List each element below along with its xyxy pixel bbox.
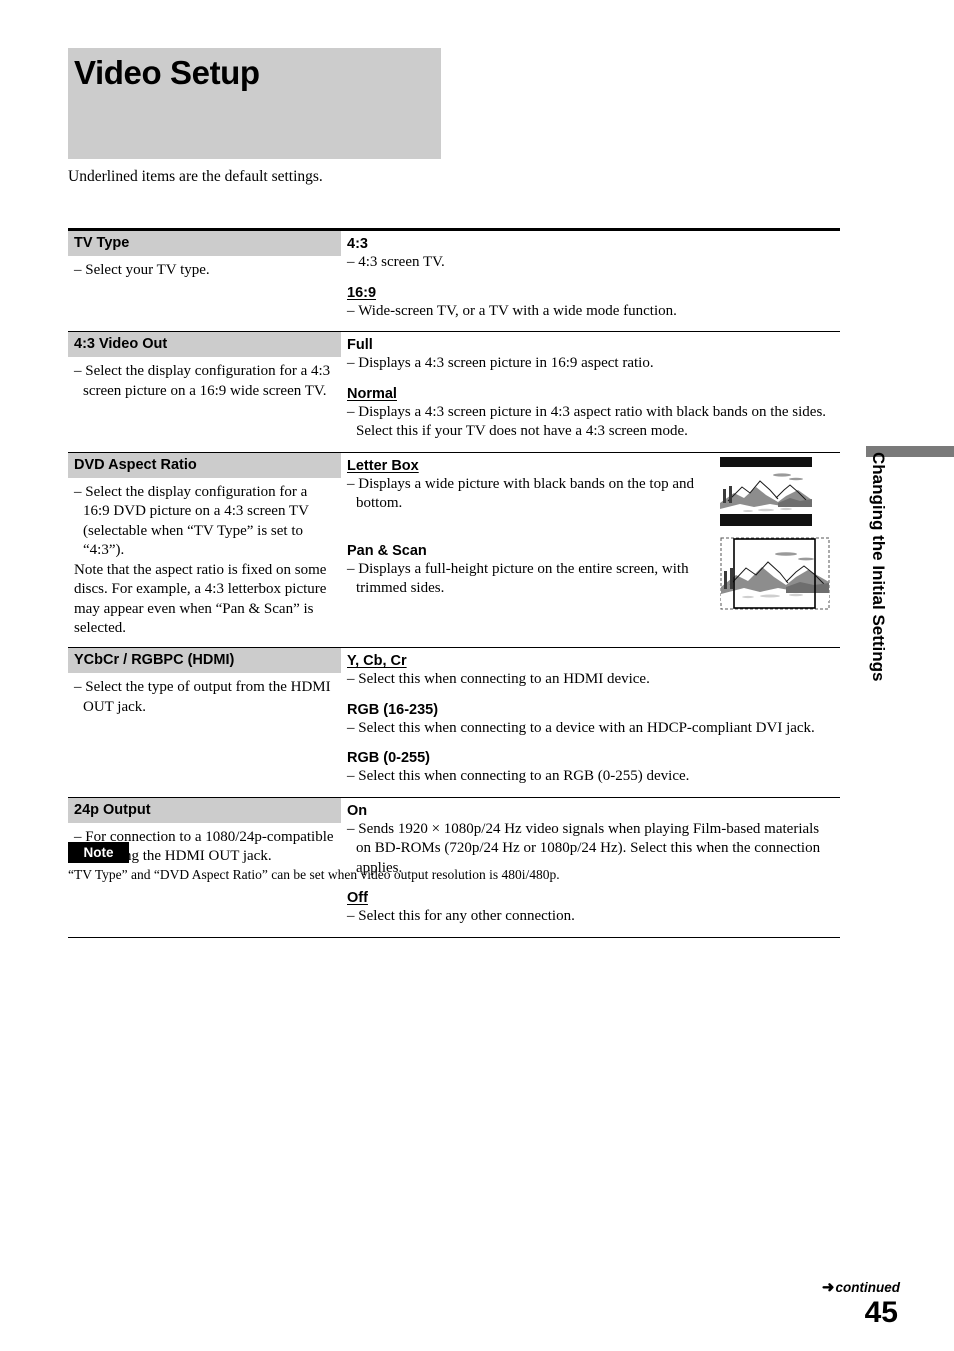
option-description: – Wide-screen TV, or a TV with a wide mo… bbox=[347, 302, 677, 319]
letterbox-illustration bbox=[720, 456, 812, 526]
option-description: – Displays a wide picture with black ban… bbox=[347, 475, 695, 512]
panscan-illustration bbox=[720, 537, 830, 610]
option-label: 4:3 bbox=[347, 236, 368, 252]
setting-description: – Select the type of output from the HDM… bbox=[74, 679, 331, 715]
setting-name: YCbCr / RGBPC (HDMI) bbox=[68, 648, 341, 674]
option-description: – Displays a 4:3 screen picture in 4:3 a… bbox=[347, 403, 827, 440]
setting-name: 24p Output bbox=[68, 797, 341, 823]
table-row: TV Type – Select your TV type. 4:3 – 4:3… bbox=[68, 231, 840, 331]
table-row: YCbCr / RGBPC (HDMI) – Select the type o… bbox=[68, 648, 840, 797]
options-cell: Letter Box – Displays a wide picture wit… bbox=[345, 453, 840, 647]
option-label: Letter Box bbox=[347, 457, 419, 474]
arrow-right-icon: ➜ bbox=[821, 1279, 835, 1296]
option-block: 16:9 – Wide-screen TV, or a TV with a wi… bbox=[347, 280, 840, 322]
setting-cell: 4:3 Video Out – Select the display confi… bbox=[68, 332, 341, 452]
option-block: RGB (16-235) – Select this when connecti… bbox=[347, 697, 840, 739]
option-label: Off bbox=[347, 890, 368, 907]
option-description: – Select this when connecting to a devic… bbox=[347, 719, 815, 736]
option-description: – Displays a full-height picture on the … bbox=[347, 560, 689, 597]
setting-name: 4:3 Video Out bbox=[68, 332, 341, 358]
option-label: Full bbox=[347, 337, 373, 354]
option-label: Normal bbox=[347, 385, 397, 402]
table-bottom-rule bbox=[68, 936, 840, 939]
option-block: Normal – Displays a 4:3 screen picture i… bbox=[347, 381, 840, 442]
setting-name: DVD Aspect Ratio bbox=[68, 452, 341, 478]
option-block: 4:3 – 4:3 screen TV. bbox=[347, 231, 840, 273]
option-label: RGB (16-235) bbox=[347, 701, 439, 718]
options-cell: Y, Cb, Cr – Select this when connecting … bbox=[345, 648, 840, 797]
option-description: – Select this for any other connection. bbox=[347, 908, 575, 925]
side-tab-label: Changing the Initial Settings bbox=[869, 452, 888, 682]
option-block: Y, Cb, Cr – Select this when connecting … bbox=[347, 648, 840, 690]
setting-description: – Select the display configuration for a… bbox=[74, 478, 341, 639]
setting-cell: YCbCr / RGBPC (HDMI) – Select the type o… bbox=[68, 648, 341, 797]
note-badge: Note bbox=[68, 842, 129, 863]
illustrations bbox=[720, 453, 840, 621]
option-description: – Displays a 4:3 screen picture in 16:9 … bbox=[347, 355, 654, 372]
setting-cell: TV Type – Select your TV type. bbox=[68, 231, 341, 331]
option-label: 16:9 bbox=[347, 284, 377, 301]
option-label: On bbox=[347, 802, 368, 819]
option-block: Letter Box – Displays a wide picture wit… bbox=[347, 453, 712, 514]
setting-name: TV Type bbox=[68, 231, 341, 256]
table-row: DVD Aspect Ratio – Select the display co… bbox=[68, 452, 840, 647]
continued-text: continued bbox=[835, 1280, 901, 1295]
option-description: – 4:3 screen TV. bbox=[347, 254, 445, 270]
page-subtitle: Underlined items are the default setting… bbox=[68, 168, 323, 185]
options-cell: 4:3 – 4:3 screen TV. 16:9 – Wide-screen … bbox=[345, 231, 840, 331]
setting-description-2: Note that the aspect ratio is fixed on s… bbox=[74, 561, 327, 637]
setting-description: – Select your TV type. bbox=[74, 262, 210, 278]
page-number: 45 bbox=[864, 1296, 898, 1329]
option-description: – Select this when connecting to an RGB … bbox=[347, 768, 690, 785]
option-block: RGB (0-255) – Select this when connectin… bbox=[347, 745, 840, 787]
table-row: 4:3 Video Out – Select the display confi… bbox=[68, 332, 840, 452]
page-title-block: Video Setup bbox=[68, 48, 441, 159]
option-block: Off – Select this for any other connecti… bbox=[347, 885, 840, 927]
option-block: Pan & Scan – Displays a full-height pict… bbox=[347, 538, 712, 599]
option-description: – Select this when connecting to an HDMI… bbox=[347, 671, 650, 688]
settings-table: TV Type – Select your TV type. 4:3 – 4:3… bbox=[68, 228, 840, 939]
option-label: Pan & Scan bbox=[347, 542, 427, 559]
setting-description: – Select the display configuration for a… bbox=[74, 363, 331, 399]
setting-cell: DVD Aspect Ratio – Select the display co… bbox=[68, 452, 341, 647]
option-label: Y, Cb, Cr bbox=[347, 653, 407, 670]
page-title: Video Setup bbox=[74, 54, 260, 91]
option-label: RGB (0-255) bbox=[347, 750, 430, 767]
option-block: Full – Displays a 4:3 screen picture in … bbox=[347, 332, 840, 374]
note-text: “TV Type” and “DVD Aspect Ratio” can be … bbox=[68, 867, 560, 882]
options-cell: Full – Displays a 4:3 screen picture in … bbox=[345, 332, 840, 452]
continued-label: ➜continued bbox=[822, 1278, 900, 1296]
